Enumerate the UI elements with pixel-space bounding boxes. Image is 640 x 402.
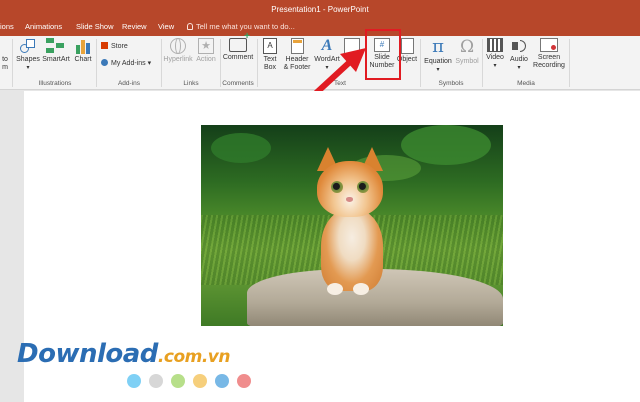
text-box-label-1: Text <box>263 56 277 63</box>
illustrations-group-label: Illustrations <box>38 80 72 87</box>
partial-button[interactable]: to m <box>0 56 10 72</box>
partial-label-top: to <box>2 56 8 63</box>
chart-label: Chart <box>74 56 92 63</box>
store-icon <box>101 42 108 49</box>
screen-recording-label-1: Screen <box>537 54 561 61</box>
symbol-label: Symbol <box>455 58 479 65</box>
watermark-dot <box>237 374 251 388</box>
watermark-logo: Download.com.vn <box>17 339 230 369</box>
watermark-dot <box>215 374 229 388</box>
screen-recording-icon <box>540 38 558 52</box>
comment-icon <box>229 33 250 52</box>
group-separator <box>12 39 13 87</box>
window-title: Presentation1 - PowerPoint <box>271 5 369 14</box>
hyperlink-label: Hyperlink <box>163 56 193 63</box>
video-label: Video <box>486 54 504 61</box>
addins-group-label: Add-ins <box>117 80 141 87</box>
media-group-label: Media <box>517 80 535 87</box>
shapes-button[interactable]: Shapes ▾ <box>15 38 41 72</box>
watermark-dot <box>127 374 141 388</box>
audio-button[interactable]: Audio ▾ <box>507 38 531 72</box>
watermark-domain: .com.vn <box>157 347 231 367</box>
symbol-button[interactable]: Ω Symbol <box>454 38 480 66</box>
symbols-group-label: Symbols <box>438 80 464 87</box>
screen-recording-label-2: Recording <box>533 62 565 69</box>
tab-slide-show[interactable]: Slide Show <box>76 19 114 36</box>
video-button[interactable]: Video ▾ <box>484 38 506 70</box>
watermark-dot <box>149 374 163 388</box>
tell-me-search[interactable]: Tell me what you want to do... <box>187 19 295 36</box>
shapes-icon <box>19 38 37 54</box>
omega-icon: Ω <box>459 37 475 57</box>
smartart-label: SmartArt <box>42 56 70 63</box>
group-separator <box>96 39 97 87</box>
chart-button[interactable]: Chart <box>72 38 94 64</box>
group-separator <box>161 39 162 87</box>
my-addins-button[interactable]: My Add-ins ▾ <box>101 59 151 67</box>
group-separator <box>482 39 483 87</box>
tab-animations[interactable]: Animations <box>25 19 62 36</box>
group-separator <box>257 39 258 87</box>
object-icon <box>400 38 414 54</box>
ribbon-tabs: ions Animations Slide Show Review View T… <box>0 19 640 36</box>
watermark-dot <box>193 374 207 388</box>
store-label: Store <box>111 43 128 50</box>
video-icon <box>487 38 503 52</box>
title-bar: Presentation1 - PowerPoint <box>0 0 640 19</box>
audio-label: Audio <box>510 56 528 63</box>
partial-label-bottom: m <box>2 64 8 71</box>
equation-label: Equation <box>424 58 452 65</box>
hyperlink-button[interactable]: Hyperlink <box>163 38 193 64</box>
pi-icon: π <box>432 36 444 57</box>
star-icon: ★ <box>198 38 214 54</box>
links-group-label: Links <box>183 80 199 87</box>
lightbulb-icon <box>187 23 193 30</box>
text-box-label-2: Box <box>263 64 277 71</box>
globe-icon <box>170 38 186 54</box>
tab-transitions[interactable]: ions <box>0 19 14 36</box>
kitten-photo[interactable] <box>201 125 503 326</box>
watermark-brand: Download <box>17 339 158 369</box>
shapes-label: Shapes <box>16 56 40 63</box>
equation-button[interactable]: π Equation ▾ <box>422 38 454 74</box>
store-button[interactable]: Store <box>101 42 128 50</box>
smartart-button[interactable]: SmartArt <box>41 38 71 64</box>
action-label: Action <box>196 56 216 63</box>
text-box-icon: A <box>263 38 277 54</box>
tell-me-text: Tell me what you want to do... <box>196 22 295 31</box>
addins-icon <box>101 59 108 66</box>
my-addins-label: My Add-ins <box>111 60 146 67</box>
watermark-dot <box>171 374 185 388</box>
action-button[interactable]: ★ Action <box>194 38 218 64</box>
tab-view[interactable]: View <box>158 19 174 36</box>
screen-recording-button[interactable]: Screen Recording <box>531 38 567 70</box>
chart-icon <box>75 38 91 54</box>
text-box-button[interactable]: A Text Box <box>259 38 281 72</box>
comments-group-label: Comments <box>222 80 254 87</box>
tab-review[interactable]: Review <box>122 19 147 36</box>
comment-button[interactable]: Comment <box>221 33 255 62</box>
group-separator <box>569 39 570 87</box>
group-separator <box>420 39 421 87</box>
comment-label: Comment <box>222 54 254 61</box>
speaker-icon <box>511 38 527 54</box>
smartart-icon <box>46 38 66 54</box>
